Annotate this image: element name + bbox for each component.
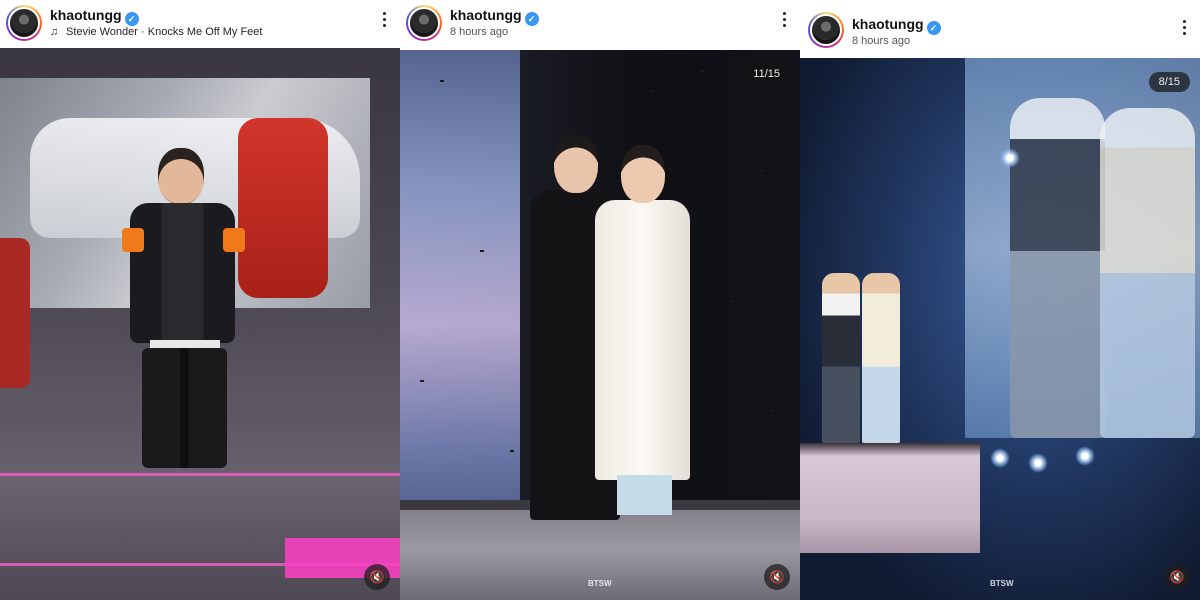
username-link[interactable]: khaotungg ✓	[852, 16, 941, 35]
performer-white-coat	[595, 145, 690, 515]
screen-performer-right	[1100, 108, 1195, 438]
more-options-icon[interactable]	[378, 10, 390, 32]
music-note-icon: ♫	[50, 26, 59, 38]
music-separator: ·	[141, 26, 145, 38]
performer-vest	[822, 273, 860, 443]
verified-badge-icon: ✓	[124, 12, 139, 26]
stage-platform	[800, 443, 980, 553]
post-timestamp: 8 hours ago	[852, 35, 911, 47]
stage-light	[990, 448, 1010, 468]
photo-watermark: BTSW	[588, 579, 612, 588]
muted-speaker-icon[interactable]: 🔇	[1164, 564, 1190, 590]
post-timestamp: 8 hours ago	[450, 26, 509, 38]
performer-light-outfit	[862, 273, 900, 443]
stage-light	[1075, 446, 1095, 466]
muted-speaker-icon[interactable]: 🔇	[764, 564, 790, 590]
carousel-counter: 11/15	[743, 64, 790, 84]
post-media[interactable]: 8/15 BTSW 🔇	[800, 58, 1200, 600]
more-options-icon[interactable]	[778, 10, 790, 32]
verified-badge-icon: ✓	[926, 21, 941, 35]
music-info[interactable]: ♫ Stevie Wonder · Knocks Me Off My Feet	[50, 26, 262, 38]
backdrop-red-figure	[0, 238, 30, 388]
post-header: khaotungg ✓ ♫ Stevie Wonder · Knocks Me Of…	[0, 0, 400, 48]
username-link[interactable]: khaotungg ✓	[450, 7, 539, 26]
post-panel-1: khaotungg ✓ ♫ Stevie Wonder · Knocks Me Of…	[0, 0, 400, 600]
music-title[interactable]: Knocks Me Off My Feet	[148, 26, 263, 38]
stage-light	[1000, 148, 1020, 168]
post-header: khaotungg ✓ 8 hours ago	[800, 0, 1200, 58]
performer	[120, 148, 250, 468]
post-media[interactable]: 11/15 BTSW 🔇	[400, 50, 800, 600]
username-text[interactable]: khaotungg	[450, 7, 522, 23]
post-panel-2: khaotungg ✓ 8 hours ago 11/15 BTSW 🔇	[400, 0, 800, 600]
profile-avatar[interactable]	[6, 5, 42, 41]
verified-badge-icon: ✓	[524, 12, 539, 26]
post-header: khaotungg ✓ 8 hours ago	[400, 0, 800, 48]
profile-avatar[interactable]	[808, 12, 844, 48]
carousel-counter: 8/15	[1148, 72, 1190, 92]
muted-speaker-icon[interactable]: 🔇	[364, 564, 390, 590]
stage-light	[1028, 453, 1048, 473]
username-text[interactable]: khaotungg	[852, 16, 924, 32]
post-media[interactable]: 🔇	[0, 48, 400, 600]
more-options-icon[interactable]	[1178, 18, 1190, 40]
screen-performer-left	[1010, 98, 1105, 438]
username-text[interactable]: khaotungg	[50, 7, 122, 23]
music-artist[interactable]: Stevie Wonder	[66, 26, 138, 38]
backdrop-red-suit	[238, 118, 328, 298]
username-link[interactable]: khaotungg ✓	[50, 7, 139, 26]
photo-watermark: BTSW	[990, 579, 1014, 588]
post-panel-3: khaotungg ✓ 8 hours ago 8/15 BTSW 🔇	[800, 0, 1200, 600]
profile-avatar[interactable]	[406, 5, 442, 41]
